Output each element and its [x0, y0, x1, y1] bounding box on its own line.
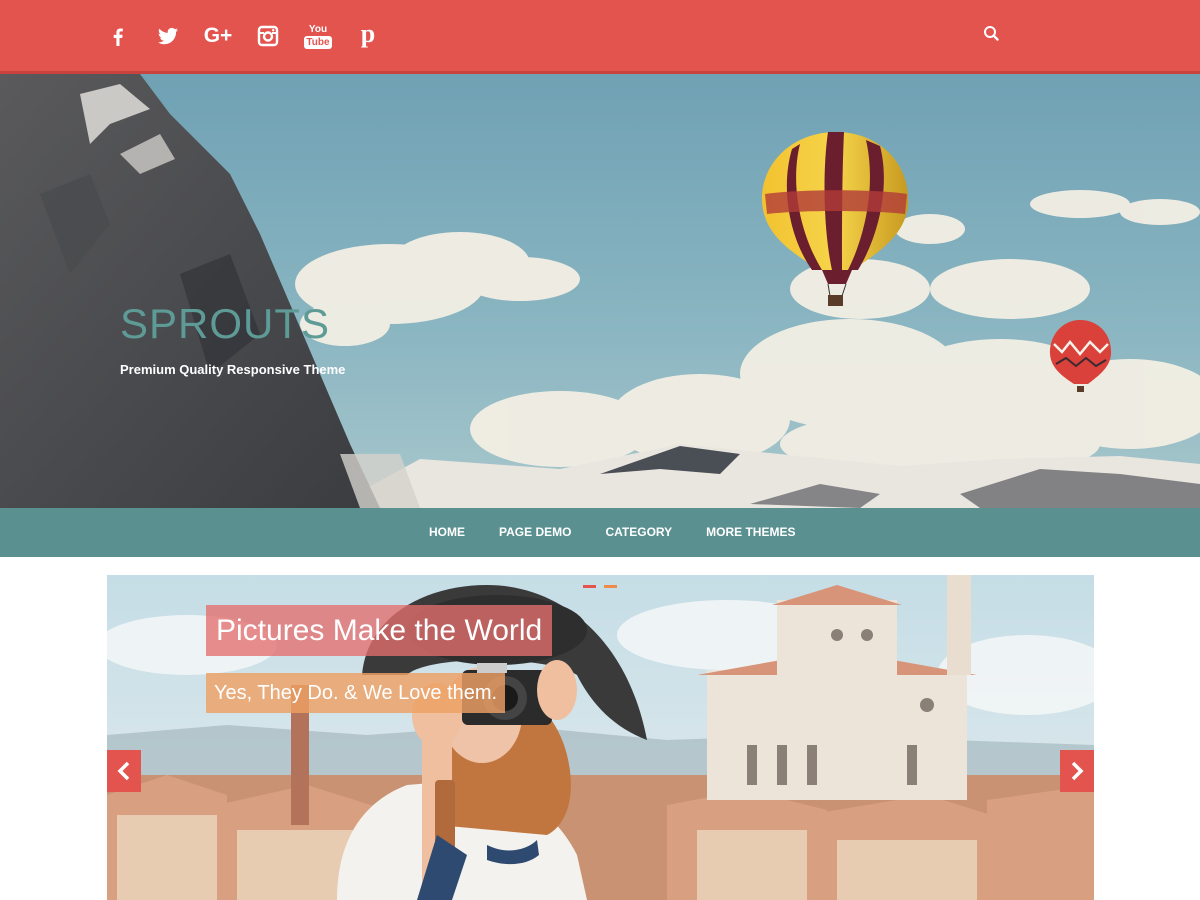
image-slider: Pictures Make the World Yes, They Do. & … [107, 575, 1094, 900]
top-bar: G+ You Tube p [0, 0, 1200, 74]
slider-pagination [583, 585, 625, 588]
site-description: Premium Quality Responsive Theme [120, 362, 346, 377]
twitter-icon[interactable] [150, 18, 186, 54]
youtube-top-text: You [308, 24, 328, 35]
main-navigation: HOME PAGE DEMO CATEGORY MORE THEMES [0, 508, 1200, 557]
hero-banner: SPROUTS Premium Quality Responsive Theme [0, 74, 1200, 508]
chevron-left-icon [117, 761, 130, 781]
slider-prev-button[interactable] [107, 750, 141, 792]
nav-item-page-demo[interactable]: PAGE DEMO [482, 508, 588, 557]
pinterest-icon[interactable]: p [350, 18, 386, 54]
nav-item-category[interactable]: CATEGORY [588, 508, 689, 557]
slider-dot-1[interactable] [583, 585, 596, 588]
site-title[interactable]: SPROUTS [120, 300, 330, 348]
nav-item-home[interactable]: HOME [412, 508, 482, 557]
slider-dot-2[interactable] [604, 585, 617, 588]
slide-caption-subtitle: Yes, They Do. & We Love them. [206, 673, 506, 713]
chevron-right-icon [1071, 761, 1084, 781]
social-links: G+ You Tube p [100, 18, 400, 54]
slider-next-button[interactable] [1060, 750, 1094, 792]
nav-item-more-themes[interactable]: MORE THEMES [689, 508, 812, 557]
instagram-icon[interactable] [250, 18, 286, 54]
search-icon[interactable] [978, 20, 1006, 48]
slide-caption-title: Pictures Make the World [206, 605, 553, 656]
youtube-icon[interactable]: You Tube [300, 18, 336, 54]
facebook-icon[interactable] [100, 18, 136, 54]
hero-background-image [0, 74, 1200, 508]
youtube-bottom-text: Tube [304, 36, 332, 49]
google-plus-icon[interactable]: G+ [200, 18, 236, 54]
